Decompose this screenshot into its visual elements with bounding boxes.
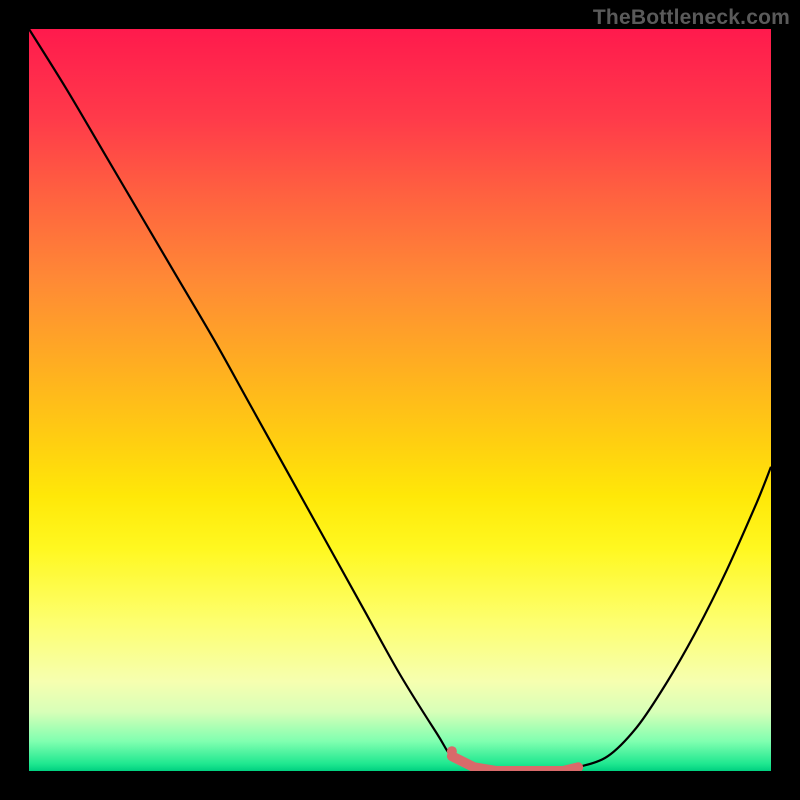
bottleneck-curve-line <box>29 29 771 771</box>
chart-plot-area <box>29 29 771 771</box>
highlight-start-dot <box>447 746 457 756</box>
highlight-segment-line <box>452 756 578 771</box>
chart-svg <box>29 29 771 771</box>
watermark-text: TheBottleneck.com <box>593 6 790 30</box>
